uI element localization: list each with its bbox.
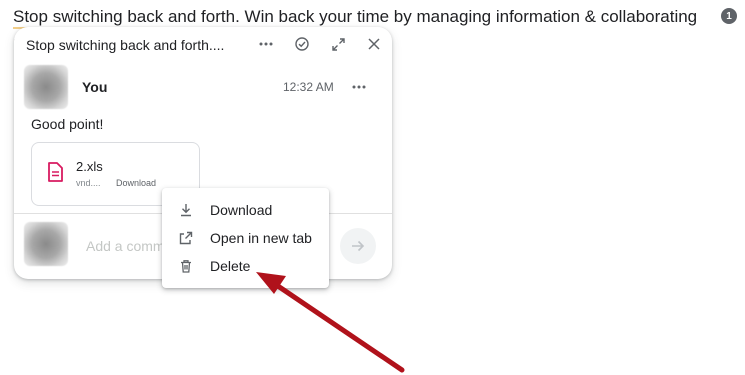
arrow-right-icon bbox=[352, 240, 365, 252]
comment-time: 12:32 AM bbox=[283, 80, 334, 94]
attachment-name: 2.xls bbox=[76, 159, 103, 174]
close-icon[interactable] bbox=[364, 34, 384, 54]
comment-more-icon[interactable] bbox=[349, 77, 369, 97]
panel-header: Stop switching back and forth.... bbox=[14, 27, 392, 61]
menu-item-delete[interactable]: Delete bbox=[162, 252, 329, 280]
menu-item-label: Open in new tab bbox=[210, 230, 312, 246]
more-options-icon[interactable] bbox=[256, 34, 276, 54]
menu-item-open-new-tab[interactable]: Open in new tab bbox=[162, 224, 329, 252]
comment-text: Good point! bbox=[31, 116, 104, 132]
document-text: Stop switching back and forth. Win back … bbox=[13, 7, 698, 26]
menu-item-label: Delete bbox=[210, 258, 251, 274]
attachment-context-menu: Download Open in new tab Delete bbox=[162, 188, 329, 288]
trash-icon bbox=[178, 258, 194, 274]
expand-icon[interactable] bbox=[328, 34, 348, 54]
reply-avatar bbox=[24, 222, 68, 266]
download-icon bbox=[178, 202, 194, 218]
comment-count-badge[interactable]: 1 bbox=[721, 8, 737, 24]
avatar bbox=[24, 65, 68, 109]
panel-title: Stop switching back and forth.... bbox=[26, 37, 225, 53]
resolve-check-icon[interactable] bbox=[292, 34, 312, 54]
document-icon bbox=[47, 162, 63, 187]
comment-author: You bbox=[82, 79, 108, 95]
menu-item-download[interactable]: Download bbox=[162, 196, 329, 224]
attachment-download-link[interactable]: Download bbox=[116, 178, 156, 188]
open-in-new-icon bbox=[178, 230, 194, 246]
attachment-type: vnd.... bbox=[76, 178, 101, 188]
menu-item-label: Download bbox=[210, 202, 273, 218]
send-button[interactable] bbox=[340, 228, 376, 264]
comment-header: You 12:32 AM bbox=[24, 65, 382, 111]
